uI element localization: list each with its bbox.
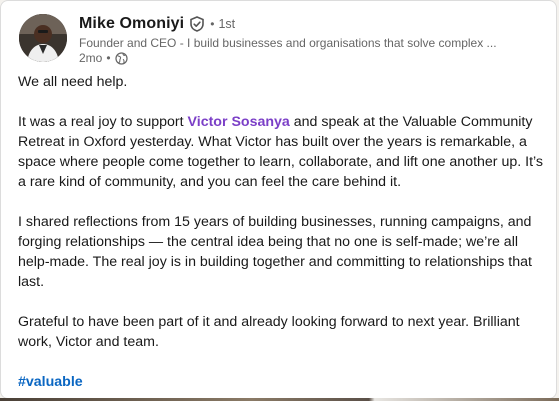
hashtag-link[interactable]: #valuable xyxy=(18,374,83,390)
mention-link[interactable]: Victor Sosanya xyxy=(188,114,290,130)
post-body: We all need help. It was a real joy to s… xyxy=(18,72,543,398)
post-age: 2mo xyxy=(79,51,103,65)
separator-dot: • xyxy=(106,51,111,65)
verified-shield-icon xyxy=(189,16,205,32)
globe-icon xyxy=(114,51,128,65)
author-name-row: Mike Omoniyi • 1st xyxy=(79,13,235,35)
post-card: Mike Omoniyi • 1st Founder and CEO - I b… xyxy=(0,0,557,399)
post-paragraph: I shared reflections from 15 years of bu… xyxy=(18,214,532,290)
author-headline: Founder and CEO - I build businesses and… xyxy=(79,36,497,50)
connection-degree: 1st xyxy=(218,17,236,31)
post-paragraph: It was a real joy to support Victor Sosa… xyxy=(18,112,543,192)
post-paragraph: We all need help. xyxy=(18,74,128,90)
author-name[interactable]: Mike Omoniyi xyxy=(79,15,184,33)
author-avatar[interactable] xyxy=(19,14,67,62)
post-text: It was a real joy to support xyxy=(18,114,188,130)
hashtag-paragraph: #valuable xyxy=(18,372,543,392)
post-paragraph: Grateful to have been part of it and alr… xyxy=(18,314,520,350)
post-meta: 2mo • xyxy=(79,50,128,66)
post-header: Mike Omoniyi • 1st Founder and CEO - I b… xyxy=(19,13,549,67)
separator-dot: • xyxy=(210,17,215,31)
